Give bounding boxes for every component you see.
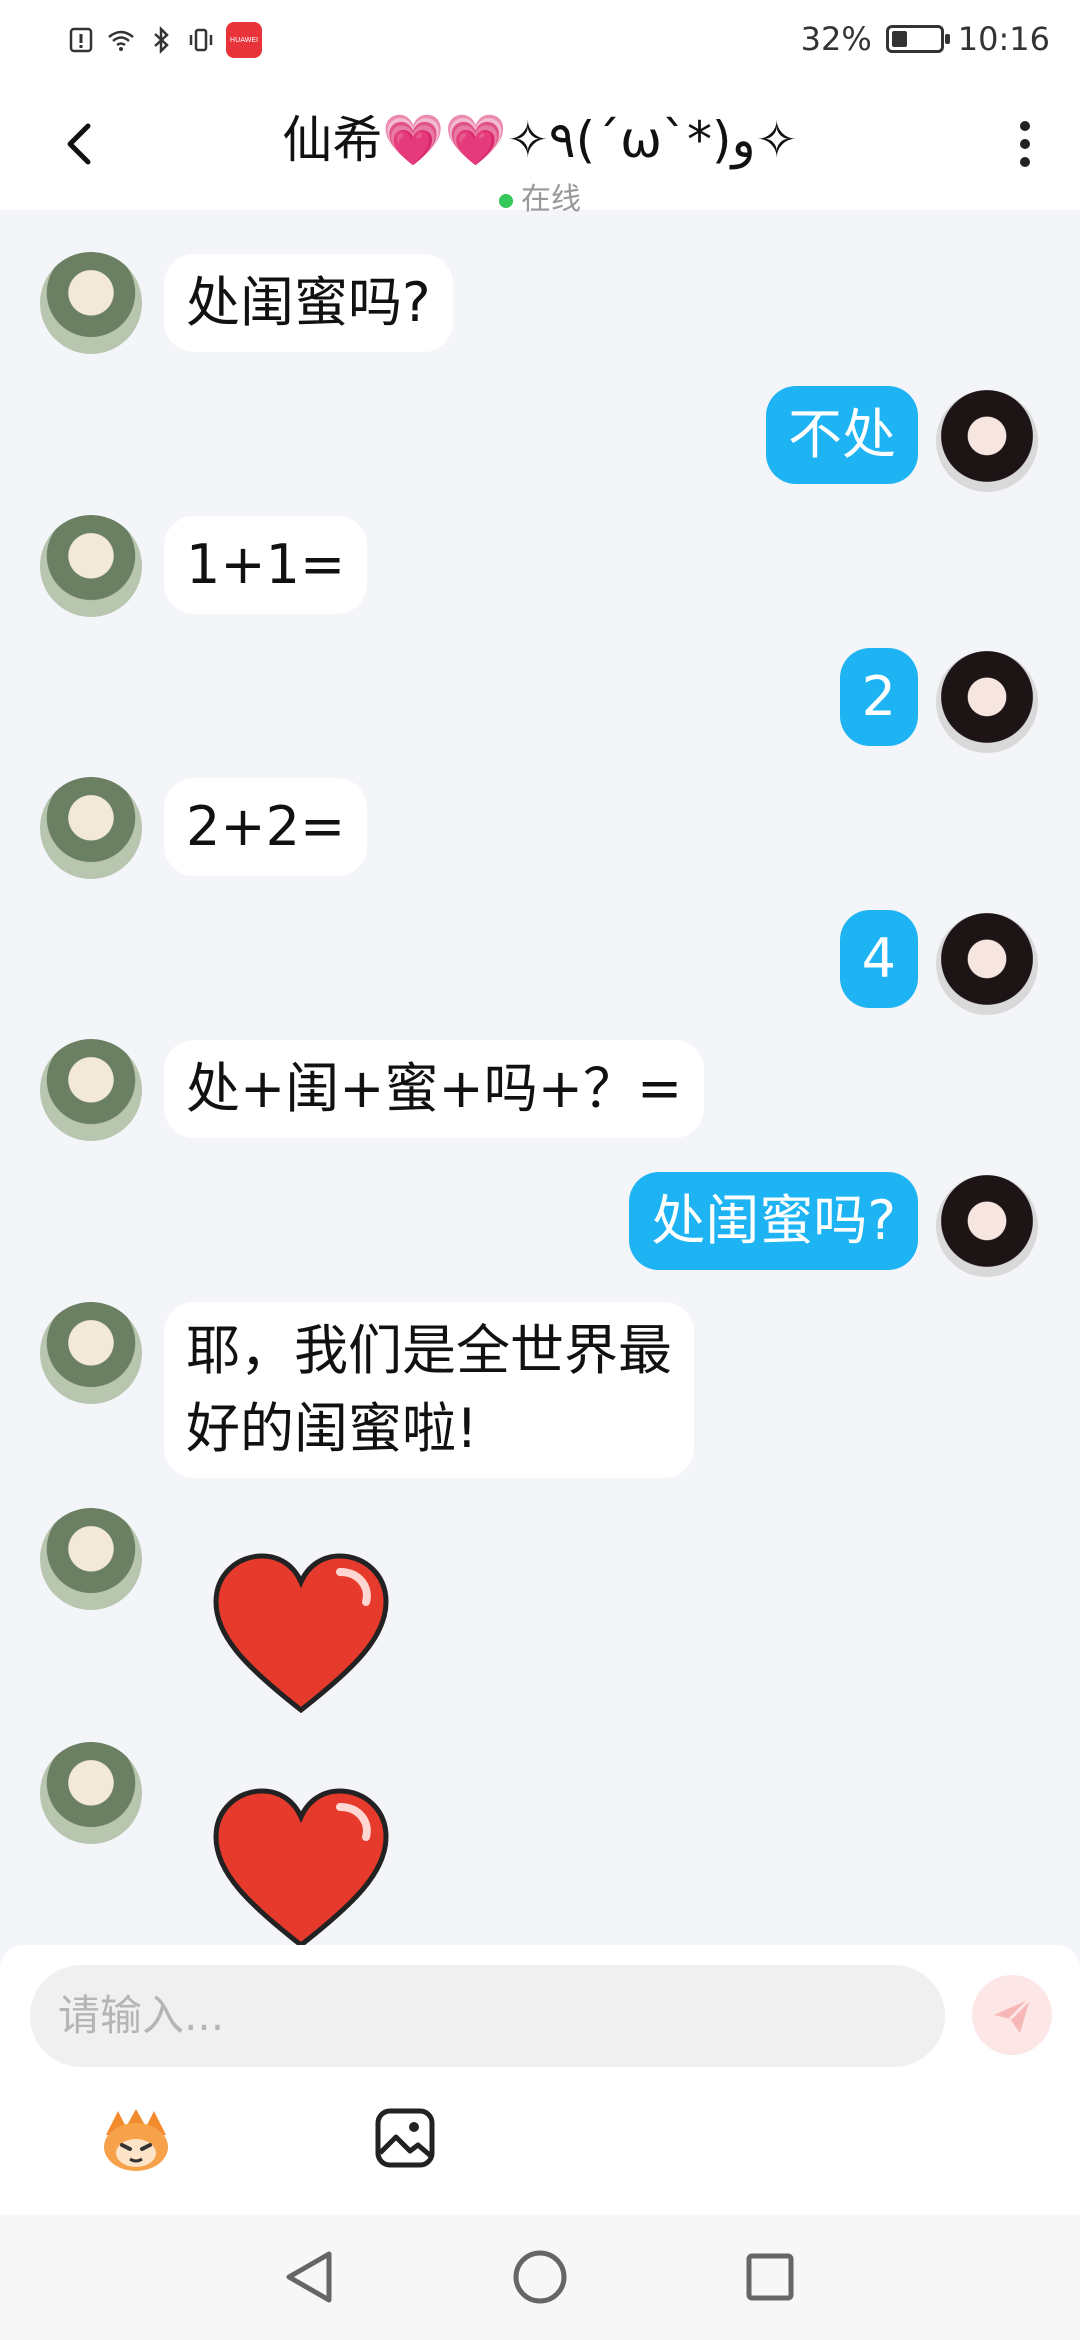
composer: 请输入... [0,1945,1080,2215]
nav-recents-button[interactable] [738,2245,802,2309]
contact-avatar[interactable] [40,1742,142,1844]
bluetooth-icon [154,25,169,55]
online-dot-icon [499,193,513,208]
message-line: 好的闺蜜啦! [186,1397,478,1460]
my-avatar[interactable] [936,913,1038,1015]
send-icon [994,1997,1032,2033]
message-bubble-outgoing[interactable]: 4 [839,910,918,1008]
my-avatar[interactable] [936,390,1038,492]
square-recents-icon [746,2253,794,2301]
image-icon[interactable] [374,2107,436,2169]
triangle-back-icon [286,2251,332,2303]
status-bar: HUAWEI 32% 10:16 [0,0,1080,88]
huawei-badge-icon: HUAWEI [226,22,262,58]
system-nav-bar [0,2215,1080,2340]
contact-avatar[interactable] [40,1302,142,1404]
more-button[interactable] [1000,114,1050,174]
message-bubble-incoming[interactable]: 耶，我们是全世界最 好的闺蜜啦! [164,1302,694,1478]
battery-percent: 32% [800,20,872,58]
message-bubble-incoming[interactable]: 2+2= [164,778,368,876]
contact-avatar[interactable] [40,252,142,354]
alert-icon [69,27,93,53]
message-list[interactable]: 处闺蜜吗? 不处 1+1= 2 2+2= 4 处+闺+蜜+吗+？= 处闺蜜吗? … [0,210,1080,1949]
status-icons-left: HUAWEI [66,22,262,58]
wifi-icon [108,30,134,51]
heart-sticker-icon[interactable] [210,1550,392,1720]
nav-back-button[interactable] [276,2245,340,2309]
battery-level [891,31,907,47]
battery-icon [885,25,950,53]
contact-avatar[interactable] [40,777,142,879]
contact-avatar[interactable] [40,1039,142,1141]
clock: 10:16 [957,20,1050,58]
message-bubble-outgoing[interactable]: 处闺蜜吗? [629,1172,918,1270]
message-input[interactable]: 请输入... [30,1965,945,2067]
message-bubble-outgoing[interactable]: 2 [839,648,918,746]
heart-sticker-icon[interactable] [210,1785,392,1955]
circle-home-icon [513,2250,567,2304]
chat-header: 仙希💗💗✧٩(ˊωˋ*)و✧ 在线 [0,88,1080,217]
message-bubble-incoming[interactable]: 处闺蜜吗? [164,254,453,352]
nav-home-button[interactable] [508,2245,572,2309]
message-line: 耶，我们是全世界最 [186,1319,672,1382]
emoji-face-icon[interactable] [96,2105,176,2175]
my-avatar[interactable] [936,651,1038,753]
contact-avatar[interactable] [40,1508,142,1610]
contact-avatar[interactable] [40,515,142,617]
message-bubble-incoming[interactable]: 1+1= [164,516,368,614]
message-bubble-outgoing[interactable]: 不处 [766,386,918,484]
send-button[interactable] [972,1975,1052,2055]
more-vertical-icon [1020,121,1030,167]
vibrate-icon [189,28,213,52]
chat-title: 仙希💗💗✧٩(ˊωˋ*)و✧ [282,111,798,169]
my-avatar[interactable] [936,1175,1038,1277]
status-icons-right: 32% 10:16 [801,20,1050,58]
message-bubble-incoming[interactable]: 处+闺+蜜+吗+？= [164,1040,705,1138]
